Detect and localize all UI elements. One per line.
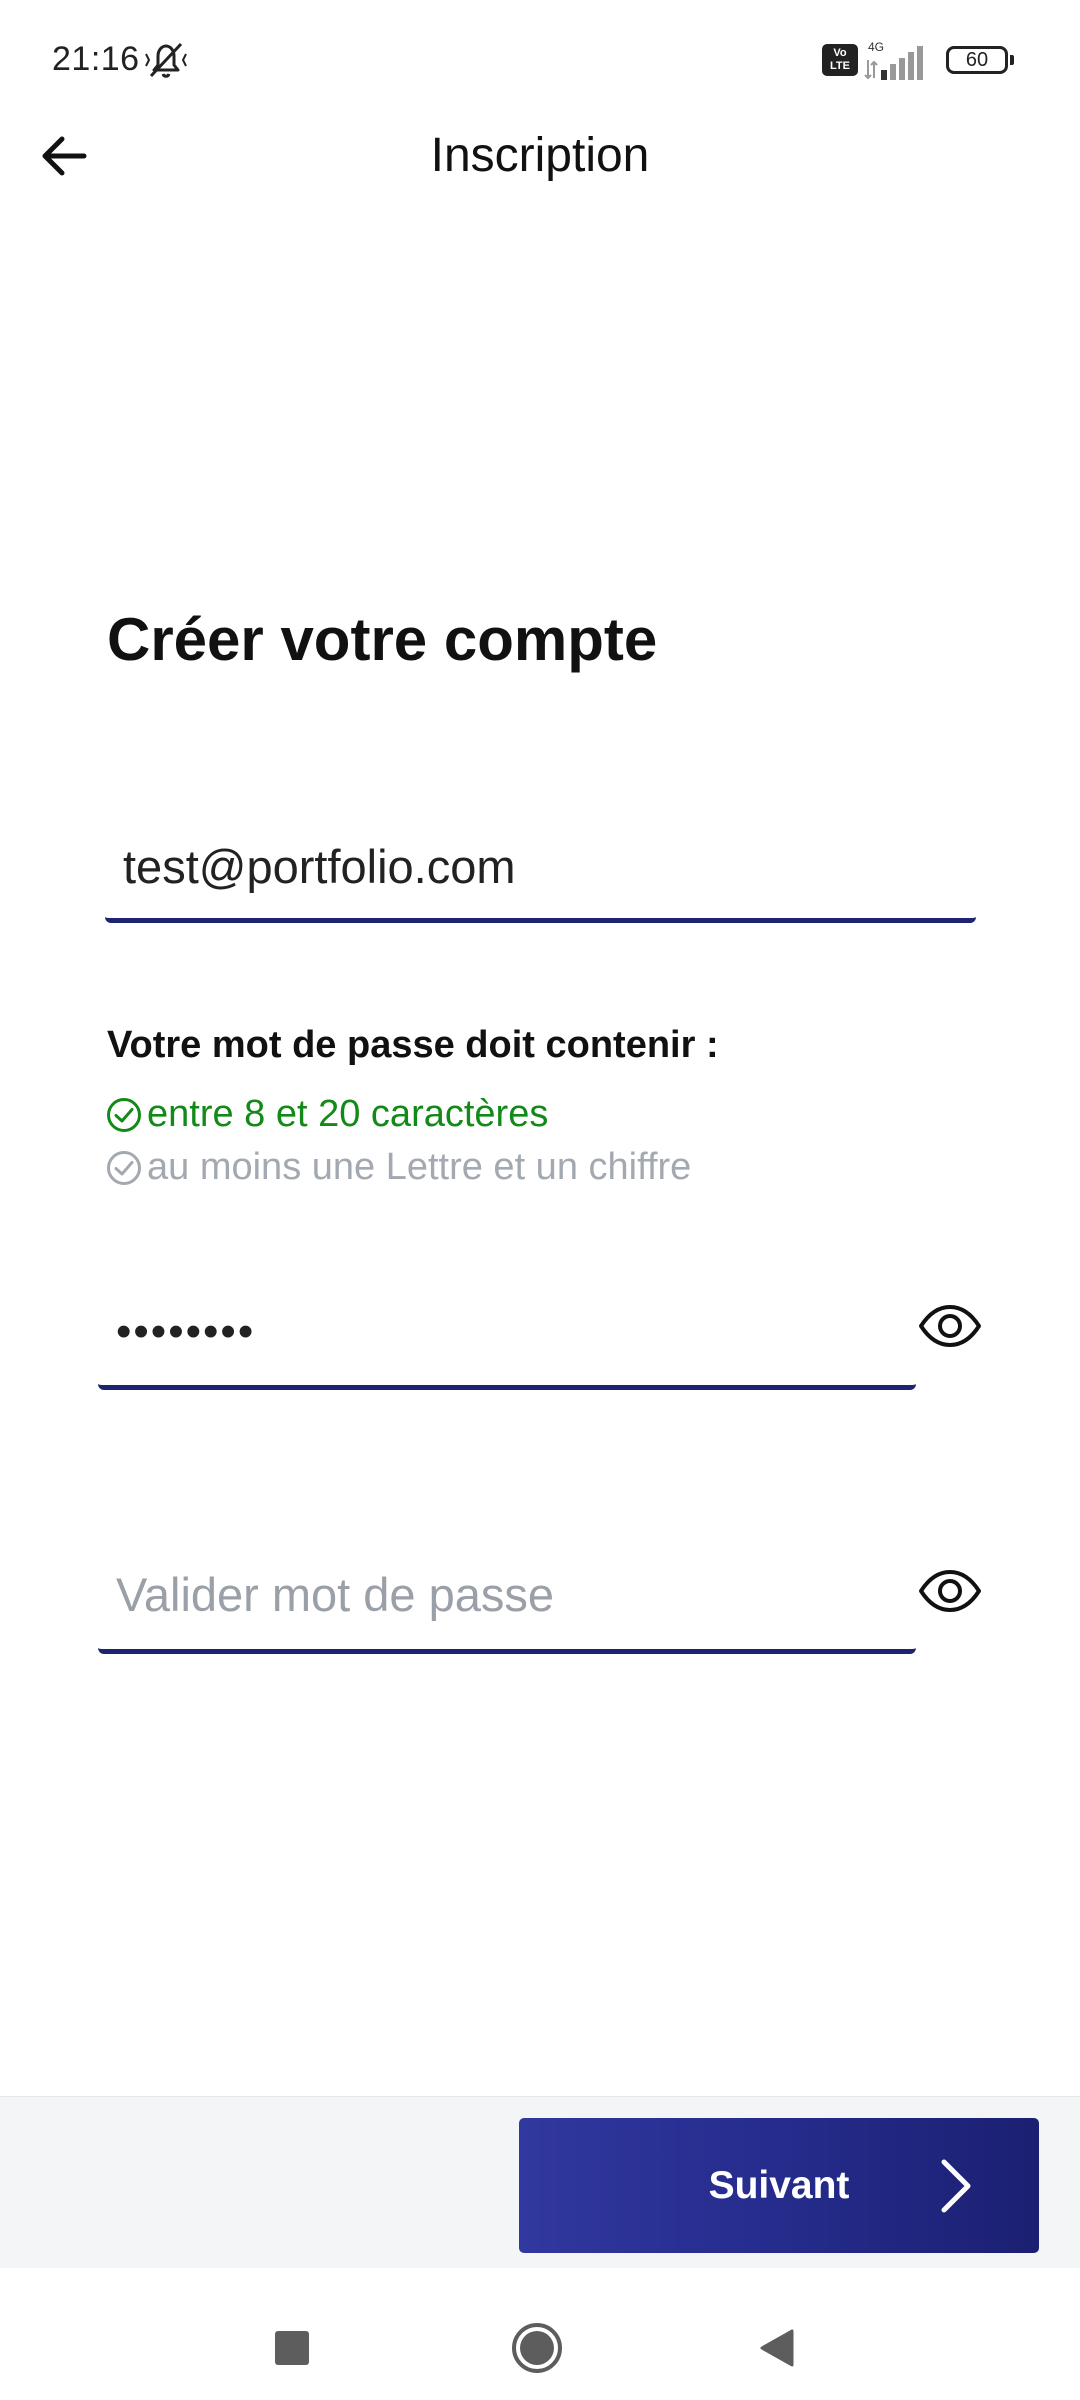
registration-screen: 21:16 Vo LTE 4G 60 Inscription Créer votr… <box>0 0 1080 2400</box>
toggle-confirm-password-visibility-button[interactable] <box>914 1565 986 1617</box>
recents-square-icon[interactable] <box>275 2331 309 2365</box>
password-rule-length: entre 8 et 20 caractères <box>105 1093 548 1136</box>
eye-icon <box>919 1570 981 1612</box>
status-bar: 21:16 Vo LTE 4G 60 <box>0 0 1080 120</box>
chevron-right-icon <box>941 2159 971 2213</box>
check-circle-icon <box>107 1150 141 1185</box>
toggle-password-visibility-button[interactable] <box>914 1300 986 1352</box>
network-type: 4G <box>868 40 884 54</box>
page-title: Inscription <box>430 129 650 182</box>
password-rule-label: au moins une Lettre et un chiffre <box>147 1146 692 1188</box>
back-triangle-icon[interactable] <box>758 2328 796 2368</box>
bottom-action-bar: Suivant <box>0 2096 1080 2269</box>
eye-icon <box>919 1305 981 1347</box>
password-input[interactable] <box>98 1278 916 1385</box>
email-field[interactable] <box>105 815 976 923</box>
password-rules-title: Votre mot de passe doit contenir : <box>107 1024 719 1066</box>
status-time: 21:16 <box>52 40 140 78</box>
email-input[interactable] <box>105 815 976 918</box>
password-rule-label: entre 8 et 20 caractères <box>147 1093 549 1135</box>
form-heading: Créer votre compte <box>107 606 658 673</box>
bell-muted-icon <box>145 42 187 78</box>
password-field[interactable] <box>98 1278 916 1390</box>
signal-strength-icon: 4G <box>864 40 923 80</box>
check-circle-icon <box>107 1097 141 1132</box>
confirm-password-field[interactable] <box>98 1540 916 1654</box>
system-navigation-bar <box>0 2268 1080 2400</box>
confirm-password-input[interactable] <box>98 1540 916 1649</box>
battery-icon: 60 <box>946 46 1014 74</box>
home-circle-icon[interactable] <box>510 2321 564 2375</box>
next-button[interactable]: Suivant <box>519 2118 1039 2253</box>
volte-icon: Vo LTE <box>822 44 858 76</box>
password-rule-letter-digit: au moins une Lettre et un chiffre <box>105 1146 691 1189</box>
